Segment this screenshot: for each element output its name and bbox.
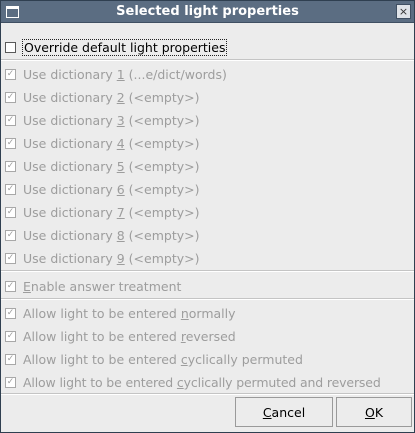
dictionary-row-9[interactable]: Use dictionary 9 (<empty>) [5,249,199,267]
answer-treatment-row[interactable]: Enable answer treatment [5,277,181,295]
answer-treatment-label: Enable answer treatment [23,278,182,294]
close-button[interactable]: × [396,4,411,19]
entry-reversed-checkbox[interactable] [5,330,16,342]
cancel-button[interactable]: Cancel [235,397,333,427]
title-bar[interactable]: Selected light properties × [1,1,414,23]
ok-button-label: OK [364,404,384,420]
dictionary-2-checkbox[interactable] [5,91,16,103]
entry-normal-label: Allow light to be entered normally [23,305,236,321]
dictionary-1-checkbox[interactable] [5,68,16,80]
dictionary-6-label: Use dictionary 6 (<empty>) [23,181,200,197]
entry-reversed-row[interactable]: Allow light to be entered reversed [5,327,236,345]
ok-button[interactable]: OK [336,397,412,427]
dictionary-1-label: Use dictionary 1 (...e/dict/words) [23,66,227,82]
entry-normal-row[interactable]: Allow light to be entered normally [5,304,236,322]
dictionary-7-checkbox[interactable] [5,206,16,218]
separator-2 [1,270,414,272]
dictionary-5-label: Use dictionary 5 (<empty>) [23,158,200,174]
answer-treatment-checkbox[interactable] [5,280,16,292]
dictionary-row-8[interactable]: Use dictionary 8 (<empty>) [5,226,199,244]
dictionary-8-label: Use dictionary 8 (<empty>) [23,227,200,243]
dictionary-row-6[interactable]: Use dictionary 6 (<empty>) [5,180,199,198]
separator-1 [1,59,414,61]
dictionary-3-checkbox[interactable] [5,114,16,126]
entry-cyclic-label: Allow light to be entered cyclically per… [23,351,303,367]
override-checkbox-row[interactable]: Override default light properties [5,38,228,56]
dictionary-row-2[interactable]: Use dictionary 2 (<empty>) [5,88,199,106]
override-checkbox[interactable] [5,41,16,53]
dictionary-4-label: Use dictionary 4 (<empty>) [23,135,200,151]
dictionary-7-label: Use dictionary 7 (<empty>) [23,204,200,220]
entry-cyclic-reversed-row[interactable]: Allow light to be entered cyclically per… [5,373,381,391]
cancel-button-label: Cancel [262,404,306,420]
entry-cyclic-reversed-label: Allow light to be entered cyclically per… [23,374,381,390]
dictionary-2-label: Use dictionary 2 (<empty>) [23,89,200,105]
dictionary-3-label: Use dictionary 3 (<empty>) [23,112,200,128]
dictionary-9-checkbox[interactable] [5,252,16,264]
dictionary-9-label: Use dictionary 9 (<empty>) [23,250,200,266]
dictionary-row-3[interactable]: Use dictionary 3 (<empty>) [5,111,199,129]
separator-3 [1,298,414,300]
entry-cyclic-row[interactable]: Allow light to be entered cyclically per… [5,350,303,368]
dialog-window: Selected light properties × Override def… [0,0,415,433]
entry-reversed-label: Allow light to be entered reversed [23,328,236,344]
entry-cyclic-reversed-checkbox[interactable] [5,376,16,388]
entry-normal-checkbox[interactable] [5,307,16,319]
window-title: Selected light properties [116,4,299,19]
override-label: Override default light properties [21,38,228,56]
entry-cyclic-checkbox[interactable] [5,353,16,365]
separator-4 [1,393,414,395]
dictionary-row-7[interactable]: Use dictionary 7 (<empty>) [5,203,199,221]
dictionary-4-checkbox[interactable] [5,137,16,149]
dictionary-row-5[interactable]: Use dictionary 5 (<empty>) [5,157,199,175]
dictionary-8-checkbox[interactable] [5,229,16,241]
dictionary-6-checkbox[interactable] [5,183,16,195]
dictionary-row-1[interactable]: Use dictionary 1 (...e/dict/words) [5,65,227,83]
dictionary-5-checkbox[interactable] [5,160,16,172]
dictionary-row-4[interactable]: Use dictionary 4 (<empty>) [5,134,199,152]
